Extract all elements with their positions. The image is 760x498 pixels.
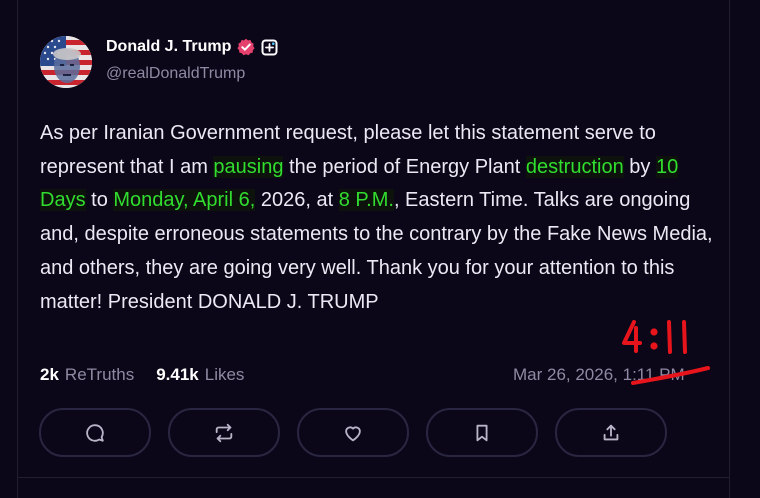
retruths-count[interactable]: 2k xyxy=(40,364,59,386)
post-text-highlight: Monday, April 6, xyxy=(113,189,256,212)
post-body: As per Iranian Government request, pleas… xyxy=(40,117,720,319)
post-text-segment: 2026, at xyxy=(255,189,339,212)
post-text-highlight: pausing xyxy=(213,155,284,178)
share-button[interactable] xyxy=(555,408,667,457)
reply-button[interactable] xyxy=(39,408,151,457)
bookmark-icon xyxy=(476,424,488,441)
likes-label[interactable]: Likes xyxy=(205,364,245,386)
retruth-button[interactable] xyxy=(168,408,280,457)
post-actions xyxy=(39,408,667,457)
author-name-row: Donald J. Trump xyxy=(106,37,278,57)
like-button[interactable] xyxy=(297,408,409,457)
heart-icon xyxy=(345,425,361,441)
bookmark-button[interactable] xyxy=(426,408,538,457)
author-display-name[interactable]: Donald J. Trump xyxy=(106,37,231,57)
post-text-highlight: destruction xyxy=(525,155,624,178)
plus-badge-icon xyxy=(261,39,278,56)
verified-badge-icon xyxy=(237,38,255,56)
post-timestamp[interactable]: Mar 26, 2026, 1:11 PM xyxy=(513,364,685,386)
author-handle[interactable]: @realDonaldTrump xyxy=(106,64,245,84)
avatar-image xyxy=(40,36,92,88)
post-text-segment: to xyxy=(85,189,114,212)
likes-count[interactable]: 9.41k xyxy=(156,364,199,386)
reply-icon xyxy=(86,423,104,442)
post-text-segment: by xyxy=(623,155,656,178)
retruth-icon xyxy=(215,423,233,442)
post-text-segment: the period of Energy Plant xyxy=(283,155,526,178)
divider xyxy=(17,477,730,478)
post-stats: 2k ReTruths 9.41k Likes xyxy=(40,364,244,386)
share-icon xyxy=(603,424,619,440)
avatar[interactable] xyxy=(40,36,92,88)
retruths-label[interactable]: ReTruths xyxy=(65,364,134,386)
post-text-highlight: 8 P.M. xyxy=(338,189,394,212)
